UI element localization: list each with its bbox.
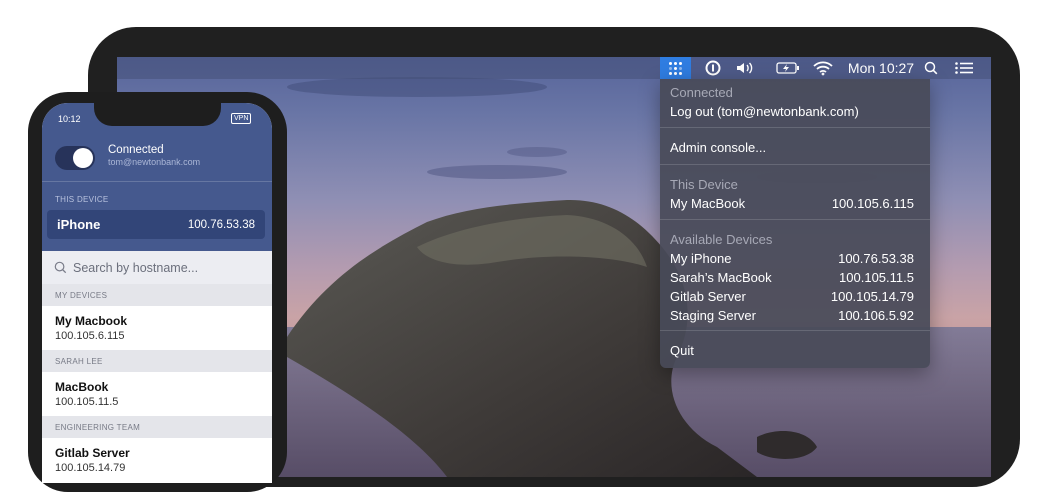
device-ip: 100.105.11.5 xyxy=(55,396,119,408)
mac-menubar: Mon 10:27 xyxy=(117,57,991,79)
menu-device-item[interactable]: My iPhone 100.76.53.38 xyxy=(670,251,914,266)
device-ip: 100.105.6.115 xyxy=(831,196,914,211)
search-placeholder: Search by hostname... xyxy=(73,260,199,275)
device-name: My iPhone xyxy=(670,251,732,266)
phone-notch xyxy=(94,92,221,126)
device-name: Staging Server xyxy=(670,308,756,323)
this-device-header: THIS DEVICE xyxy=(55,195,109,204)
menu-device-item[interactable]: Sarah’s MacBook 100.105.11.5 xyxy=(670,270,914,285)
device-name: Gitlab Server xyxy=(55,446,130,460)
menu-device-item[interactable]: Staging Server 100.106.5.92 xyxy=(670,308,914,323)
onepassword-icon[interactable] xyxy=(702,57,724,79)
device-ip: 100.105.11.5 xyxy=(839,270,914,285)
menu-divider xyxy=(660,330,930,331)
device-ip: 100.105.6.115 xyxy=(55,330,125,342)
menu-available-devices-header: Available Devices xyxy=(670,232,773,247)
this-device-row[interactable]: iPhone 100.76.53.38 xyxy=(47,210,265,239)
section-header: MY DEVICES xyxy=(42,284,272,306)
menu-this-device-header: This Device xyxy=(670,177,738,192)
wifi-icon[interactable] xyxy=(812,57,834,79)
menu-divider xyxy=(660,164,930,165)
status-time: 10:12 xyxy=(58,114,81,124)
search-icon xyxy=(54,261,67,274)
notification-center-icon[interactable] xyxy=(952,57,976,79)
volume-icon[interactable] xyxy=(734,57,756,79)
device-ip: 100.105.14.79 xyxy=(830,289,914,304)
device-name: My MacBook xyxy=(670,196,746,211)
menu-status-header: Connected xyxy=(670,85,733,100)
search-input[interactable]: Search by hostname... xyxy=(42,251,272,284)
spotlight-icon[interactable] xyxy=(922,57,940,79)
menu-admin-console-item[interactable]: Admin console... xyxy=(670,140,914,155)
toggle-knob xyxy=(73,148,93,168)
device-name: Sarah’s MacBook xyxy=(670,270,772,285)
vpn-badge: VPN xyxy=(231,113,252,124)
list-item[interactable]: My Macbook 100.105.6.115 xyxy=(55,314,265,342)
device-ip: 100.76.53.38 xyxy=(187,218,255,231)
menu-quit-item[interactable]: Quit xyxy=(670,343,914,358)
list-item[interactable]: MacBook 100.105.11.5 xyxy=(55,380,265,408)
vpn-toggle[interactable] xyxy=(55,146,95,170)
account-email: tom@newtonbank.com xyxy=(108,157,201,167)
device-ip: 100.105.14.79 xyxy=(55,462,126,474)
connection-status: Connected xyxy=(108,144,164,156)
tailscale-menu: Connected Log out (tom@newtonbank.com) A… xyxy=(660,79,930,368)
menu-logout-item[interactable]: Log out (tom@newtonbank.com) xyxy=(670,104,914,119)
device-name: MacBook xyxy=(55,380,109,394)
menu-device-item[interactable]: Gitlab Server 100.105.14.79 xyxy=(670,289,914,304)
menu-this-device-item[interactable]: My MacBook 100.105.6.115 xyxy=(670,196,914,211)
device-ip: 100.106.5.92 xyxy=(838,308,914,323)
menubar-clock[interactable]: Mon 10:27 xyxy=(845,57,917,79)
menu-divider xyxy=(660,127,930,128)
device-name: iPhone xyxy=(57,217,101,232)
tailscale-icon[interactable] xyxy=(660,57,691,79)
device-ip: 100.76.53.38 xyxy=(838,251,914,266)
device-name: My Macbook xyxy=(55,314,128,328)
header-divider xyxy=(42,181,272,182)
phone-screen: 10:12 VPN Connected tom@newtonbank.com T… xyxy=(42,103,272,483)
section-header: ENGINEERING TEAM xyxy=(42,416,272,438)
battery-icon[interactable] xyxy=(775,57,801,79)
device-name: Gitlab Server xyxy=(670,289,746,304)
section-header: SARAH LEE xyxy=(42,350,272,372)
menu-divider xyxy=(660,219,930,220)
